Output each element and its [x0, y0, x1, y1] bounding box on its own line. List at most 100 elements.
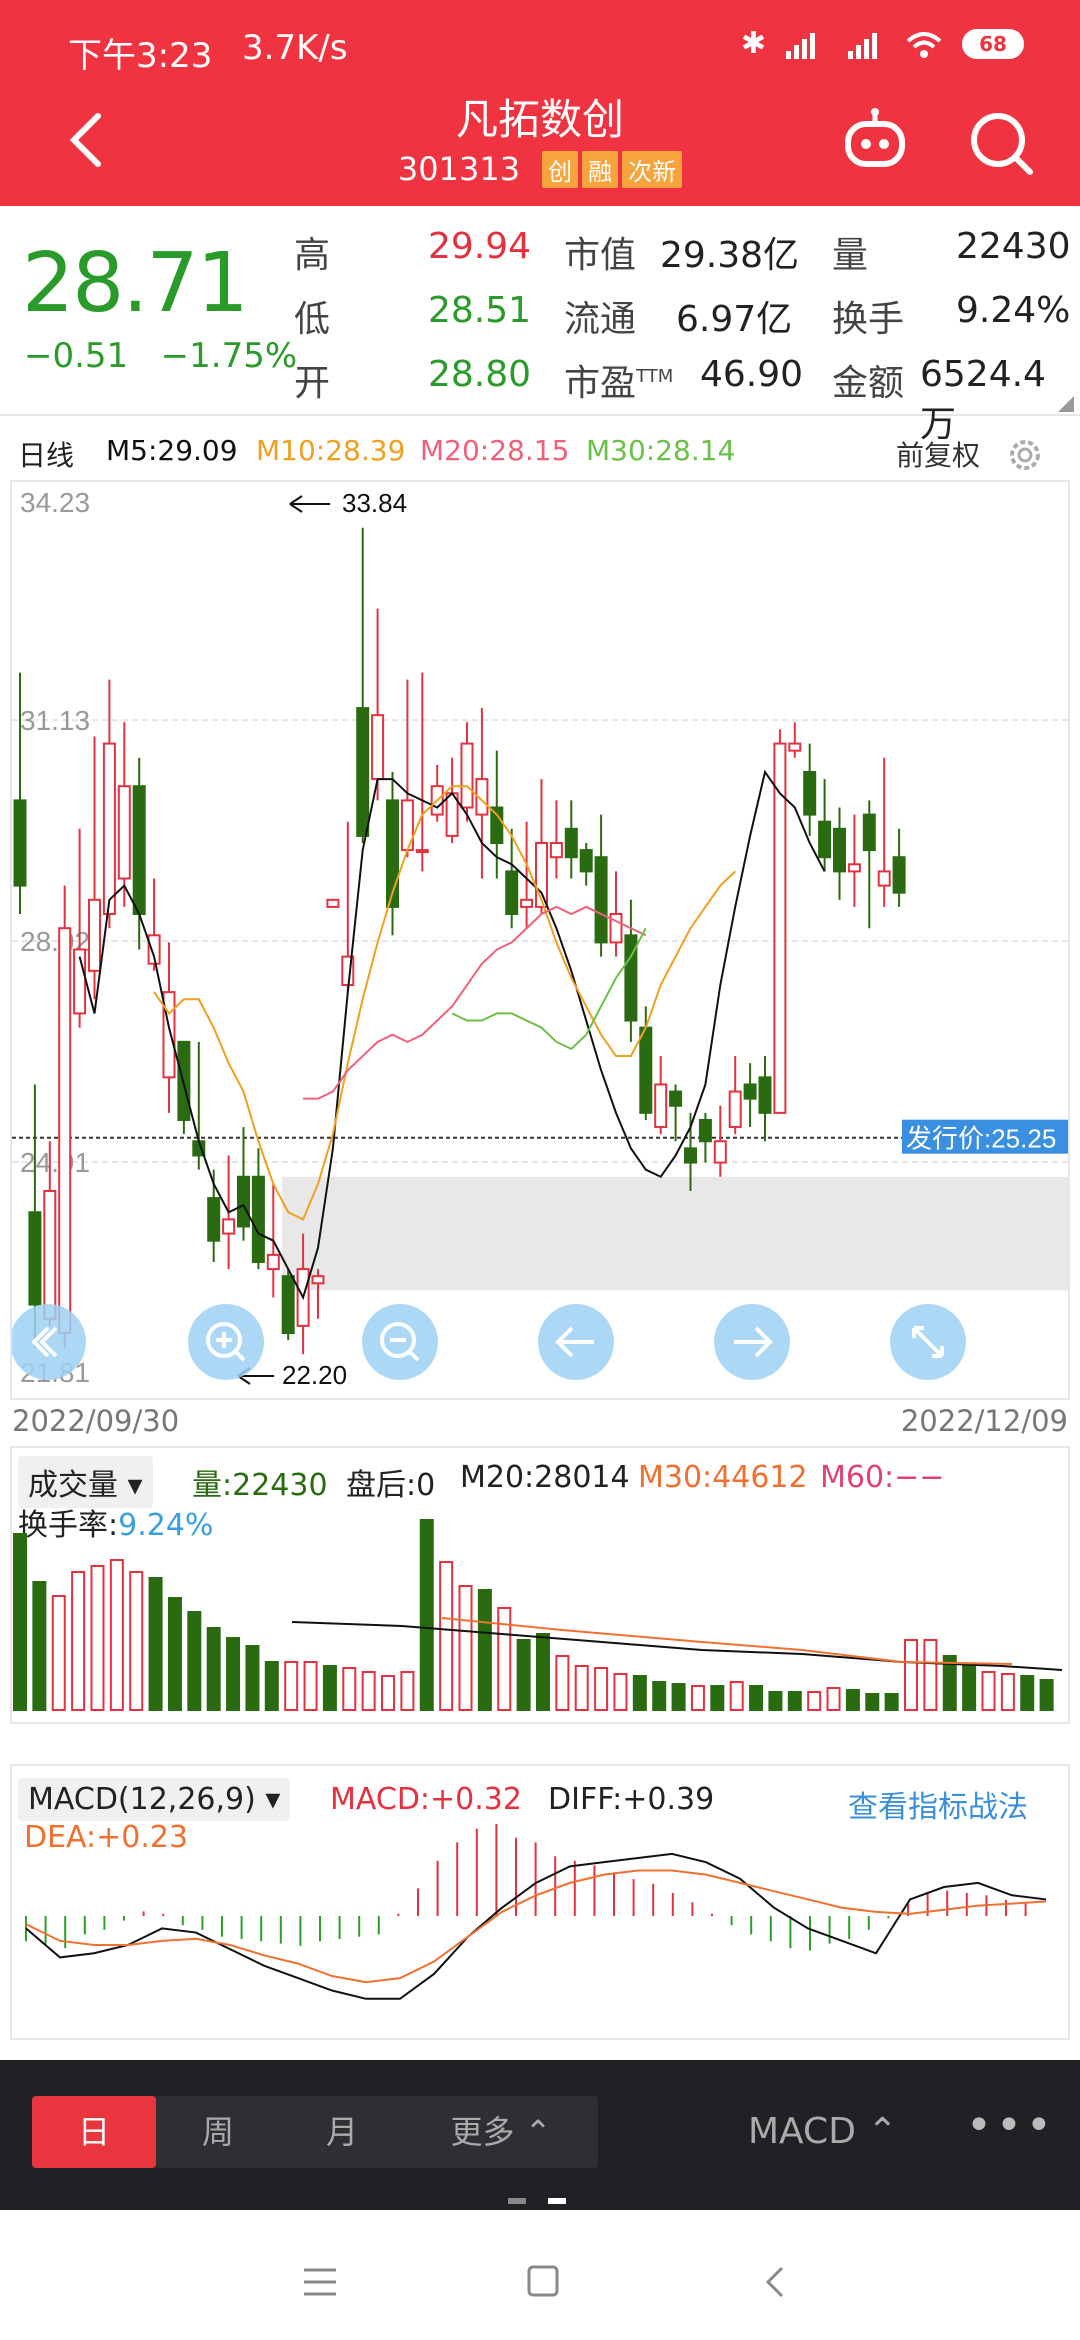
- scroll-start-icon[interactable]: [12, 1304, 88, 1380]
- scroll-left-icon[interactable]: [538, 1304, 614, 1380]
- status-icons: ✱ 68: [741, 26, 1024, 61]
- volume-bar: [865, 1693, 880, 1711]
- candlestick-chart[interactable]: 34.2331.1328.0224.9121.81发行价:25.2533.842…: [10, 480, 1070, 1400]
- pe-value: 46.90: [700, 354, 804, 395]
- change-value: −0.51: [24, 336, 129, 376]
- volume-bar: [1039, 1679, 1054, 1711]
- volume-bar: [477, 1589, 492, 1711]
- candle-body: [594, 856, 608, 944]
- volume-bar: [51, 1595, 66, 1711]
- volume-bar: [884, 1693, 899, 1711]
- candle-body: [102, 742, 116, 916]
- zoom-out-icon[interactable]: [362, 1304, 438, 1380]
- tab-month[interactable]: 月: [280, 2096, 404, 2168]
- candle-body: [847, 863, 861, 873]
- volume-bar: [1000, 1673, 1015, 1711]
- stock-name: 凡拓数创: [455, 95, 624, 144]
- open-value: 28.80: [428, 354, 532, 395]
- macd-panel[interactable]: MACD(12,26,9) ▾ MACD:+0.32 DIFF:+0.39 查看…: [10, 1764, 1070, 2040]
- volume-bar: [303, 1661, 318, 1711]
- candle-body: [251, 1175, 265, 1263]
- candle-body: [13, 799, 27, 887]
- volume-bar: [439, 1561, 454, 1711]
- chart-controls: [12, 1304, 1068, 1384]
- volume-bar: [458, 1585, 473, 1711]
- volume-bar: [535, 1633, 550, 1711]
- issue-price-label: 发行价:25.25: [906, 1124, 1056, 1154]
- indicator-select[interactable]: MACD ⌃: [748, 2096, 898, 2168]
- period-tabs: 日 周 月 更多 ⌃: [32, 2096, 598, 2168]
- tab-week[interactable]: 周: [156, 2096, 280, 2168]
- volume-bar: [1020, 1675, 1035, 1711]
- menu-nav-icon[interactable]: [300, 2264, 340, 2300]
- volume-bar: [749, 1685, 764, 1711]
- candle-body: [713, 1140, 727, 1164]
- volume-bar: [555, 1655, 570, 1711]
- signal-icon: [848, 32, 877, 59]
- volume-label: 量: [832, 235, 869, 276]
- tab-more[interactable]: 更多 ⌃: [404, 2096, 598, 2168]
- bluetooth-icon: ✱: [740, 26, 766, 61]
- volume-bar: [361, 1671, 376, 1711]
- ma-line-m10: [153, 785, 736, 1221]
- low-value: 28.51: [428, 290, 532, 331]
- stock-code: 301313: [397, 150, 521, 188]
- volume-bar: [245, 1645, 260, 1711]
- candle-body: [326, 898, 340, 908]
- ma-indicator-bar: 日线 M5:29.09 M10:28.39 M20:28.15 M30:28.1…: [0, 428, 1080, 478]
- volume-bar: [187, 1611, 202, 1711]
- volume-bar: [342, 1667, 357, 1711]
- volume-panel[interactable]: 成交量 ▾ 量:22430 盘后:0 M20:28014 M30:44612 M…: [10, 1446, 1070, 1724]
- candle-body: [460, 742, 474, 809]
- candle-body: [639, 1026, 653, 1114]
- adjust-mode[interactable]: 前复权: [896, 434, 980, 474]
- volume-bar: [32, 1581, 47, 1711]
- kline-svg: 34.2331.1328.0224.9121.81发行价:25.2533.842…: [12, 487, 1068, 1390]
- volume-bar: [322, 1665, 337, 1711]
- scroll-right-icon[interactable]: [714, 1304, 790, 1380]
- volume-bar: [962, 1665, 977, 1711]
- expand-corner-icon[interactable]: [1058, 396, 1074, 412]
- volume-bar: [516, 1639, 531, 1711]
- wifi-icon: [906, 31, 942, 58]
- candle-body: [773, 742, 787, 1114]
- search-icon[interactable]: [966, 108, 1036, 178]
- y-tick-label: 31.13: [20, 705, 90, 736]
- volume-bar: [400, 1671, 415, 1711]
- signal-hd-icon: [786, 32, 815, 59]
- zoom-in-icon[interactable]: [188, 1304, 264, 1380]
- ma30-label: M30:28.14: [586, 434, 736, 467]
- period-label: 日线: [18, 439, 75, 472]
- volume-bar: [226, 1637, 241, 1711]
- candle-body: [877, 870, 891, 887]
- fullscreen-icon[interactable]: [890, 1304, 966, 1380]
- pe-label: 市盈TTM: [564, 363, 674, 404]
- date-start: 2022/09/30: [12, 1404, 180, 1438]
- candle-body: [237, 1175, 250, 1228]
- settings-gear-icon[interactable]: [1006, 436, 1044, 474]
- candle-body: [43, 1189, 57, 1320]
- ma5-label: M5:29.09: [106, 434, 238, 467]
- volume-bar: [729, 1681, 744, 1711]
- candle-body: [132, 785, 146, 916]
- candle-body: [758, 1076, 772, 1114]
- back-nav-icon[interactable]: [756, 2262, 796, 2302]
- open-label: 开: [294, 363, 331, 404]
- candle-body: [564, 827, 578, 859]
- home-nav-icon[interactable]: [524, 2262, 564, 2302]
- amount-label: 金额: [832, 363, 905, 404]
- volume-bar: [574, 1665, 589, 1711]
- candle-body: [266, 1253, 280, 1271]
- ma10-label: M10:28.39: [256, 434, 406, 467]
- volume-bar: [148, 1577, 163, 1711]
- volume-bar: [807, 1691, 822, 1711]
- more-options-icon[interactable]: •••: [966, 2096, 1056, 2168]
- candle-body: [788, 742, 802, 752]
- volume-bar: [13, 1533, 27, 1711]
- tag-rong: 融: [582, 150, 619, 188]
- tab-day[interactable]: 日: [32, 2096, 156, 2168]
- robot-assistant-icon[interactable]: [840, 104, 910, 174]
- candle-body: [684, 1147, 697, 1164]
- candle-body: [356, 707, 370, 837]
- volume-bar: [981, 1671, 996, 1711]
